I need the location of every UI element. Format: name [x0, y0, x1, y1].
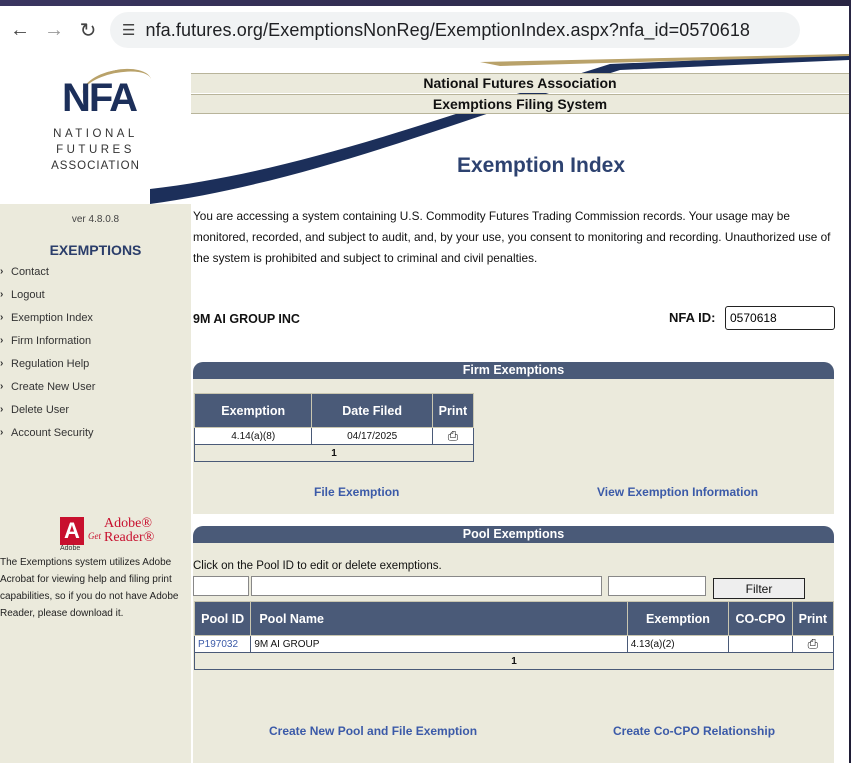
chevron-right-icon: ›	[0, 427, 4, 438]
printer-icon: ⎙	[807, 636, 819, 651]
sidebar-item-label: Regulation Help	[11, 357, 90, 370]
nfa-id-field[interactable]	[725, 306, 835, 330]
page-number[interactable]: 1	[194, 652, 834, 670]
legal-notice: You are accessing a system containing U.…	[193, 209, 831, 265]
sidebar-item-contact[interactable]: › Contact	[0, 260, 95, 283]
chevron-right-icon: ›	[0, 312, 4, 323]
pool-exemptions-table: Pool ID Pool Name Exemption CO-CPO Print…	[193, 601, 834, 670]
adobe-small-text: Adobe	[60, 545, 81, 552]
chevron-right-icon: ›	[0, 381, 4, 392]
sidebar-item-label: Contact	[11, 265, 49, 278]
sidebar-item-create-new-user[interactable]: › Create New User	[0, 375, 95, 398]
page-content: NFA NATIONAL FUTURES ASSOCIATION ver 4.8…	[0, 54, 849, 763]
pool-instruction: Click on the Pool ID to edit or delete e…	[193, 560, 442, 572]
url-field[interactable]: ☰ nfa.futures.org/ExemptionsNonReg/Exemp…	[110, 12, 800, 48]
create-new-pool-link[interactable]: Create New Pool and File Exemption	[269, 724, 477, 738]
col-pool-name[interactable]: Pool Name	[250, 601, 628, 636]
nfa-id-label: NFA ID:	[669, 310, 716, 325]
printer-icon: ⎙	[447, 428, 459, 443]
logo-line-3: ASSOCIATION	[51, 160, 140, 172]
pool-exemptions-panel: Pool Exemptions Click on the Pool ID to …	[193, 526, 834, 763]
sidebar-item-logout[interactable]: › Logout	[0, 283, 95, 306]
sidebar-item-label: Firm Information	[11, 334, 92, 347]
reload-icon[interactable]: ↻	[74, 16, 102, 44]
header-org: National Futures Association	[191, 73, 849, 93]
chevron-right-icon: ›	[0, 404, 4, 415]
chevron-right-icon: ›	[0, 266, 4, 277]
page-title: Exemption Index	[456, 154, 626, 177]
cell-co-cpo	[728, 635, 793, 653]
print-icon[interactable]: ⎙	[431, 427, 475, 445]
table-header-row: Pool ID Pool Name Exemption CO-CPO Print	[193, 601, 834, 636]
sidebar-item-label: Account Security	[11, 426, 94, 439]
col-print: Print	[791, 601, 834, 636]
file-exemption-link[interactable]: File Exemption	[314, 485, 399, 499]
col-exemption[interactable]: Exemption	[193, 393, 313, 428]
adobe-brand-text: Adobe® Reader®	[104, 517, 154, 545]
sidebar-item-label: Delete User	[11, 403, 70, 416]
sidebar-item-regulation-help[interactable]: › Regulation Help	[0, 352, 95, 375]
col-pool-id[interactable]: Pool ID	[193, 601, 252, 636]
adobe-product: Reader®	[104, 530, 155, 545]
header-system: Exemptions Filing System	[191, 94, 849, 114]
create-co-cpo-link[interactable]: Create Co-CPO Relationship	[613, 724, 775, 738]
adobe-get-text: Get	[88, 531, 101, 541]
chevron-right-icon: ›	[0, 358, 4, 369]
sidebar-item-label: Logout	[11, 288, 45, 301]
cell-exemption: 4.13(a)(2)	[626, 635, 730, 653]
browser-window: ← → ↻ ☰ nfa.futures.org/ExemptionsNonReg…	[0, 6, 849, 763]
chevron-right-icon: ›	[0, 335, 4, 346]
adobe-note: The Exemptions system utilizes Adobe Acr…	[0, 557, 179, 619]
pager-row: 1	[194, 444, 474, 462]
url-text[interactable]: nfa.futures.org/ExemptionsNonReg/Exempti…	[145, 20, 750, 41]
filter-pool-name-input[interactable]	[251, 576, 602, 596]
forward-icon[interactable]: →	[40, 16, 68, 44]
back-icon[interactable]: ←	[6, 16, 34, 44]
sidebar-item-label: Exemption Index	[11, 311, 93, 324]
firm-name: 9M AI GROUP INC	[193, 312, 300, 326]
filter-button[interactable]: Filter	[713, 578, 805, 599]
col-date-filed[interactable]: Date Filed	[311, 393, 433, 428]
table-header-row: Exemption Date Filed Print	[193, 393, 475, 428]
cell-pool-name: 9M AI GROUP	[250, 635, 628, 653]
firm-exemptions-title: Firm Exemptions	[193, 362, 834, 379]
firm-exemptions-panel: Firm Exemptions Exemption Date Filed Pri…	[193, 362, 834, 514]
adobe-reader-badge[interactable]: Get Adobe®Reader® Adobe	[60, 517, 156, 552]
col-exemption[interactable]: Exemption	[626, 601, 730, 636]
chevron-right-icon: ›	[0, 289, 4, 300]
pool-exemptions-title: Pool Exemptions	[193, 526, 834, 543]
sidebar-menu: › Contact › Logout › Exemption Index › Firm …	[0, 260, 95, 444]
logo-line-2: FUTURES	[56, 144, 135, 156]
page-number[interactable]: 1	[194, 444, 474, 462]
pool-id-link[interactable]: P197032	[193, 635, 252, 653]
sidebar-item-label: Create New User	[11, 380, 96, 393]
nfa-logo[interactable]: NFA NATIONAL FUTURES ASSOCIATION	[0, 54, 191, 204]
logo-line-1: NATIONAL	[53, 128, 138, 140]
sidebar-title: EXEMPTIONS	[49, 242, 142, 258]
sidebar-item-account-security[interactable]: › Account Security	[0, 421, 95, 444]
sidebar-item-firm-information[interactable]: › Firm Information	[0, 329, 95, 352]
main-content: National Futures Association Exemptions …	[191, 54, 849, 763]
address-bar: ← → ↻ ☰ nfa.futures.org/ExemptionsNonReg…	[0, 6, 849, 54]
filter-pool-id-input[interactable]	[193, 576, 249, 596]
print-icon[interactable]: ⎙	[791, 635, 834, 653]
site-settings-icon[interactable]: ☰	[122, 21, 135, 39]
adobe-brand: Adobe®	[104, 516, 152, 531]
filter-exemption-input[interactable]	[608, 576, 706, 596]
view-exemption-info-link[interactable]: View Exemption Information	[597, 485, 758, 499]
cell-date-filed: 04/17/2025	[311, 427, 433, 445]
version-label: ver 4.8.0.8	[71, 214, 120, 225]
firm-exemptions-table: Exemption Date Filed Print 4.14(a)(8) 04…	[193, 393, 475, 462]
pager-row: 1	[194, 652, 834, 670]
adobe-logo-icon	[60, 517, 84, 545]
logo-mark: NFA	[62, 76, 138, 120]
table-row: 4.14(a)(8) 04/17/2025 ⎙	[193, 427, 475, 445]
col-print: Print	[431, 393, 475, 428]
col-co-cpo[interactable]: CO-CPO	[728, 601, 793, 636]
sidebar: NFA NATIONAL FUTURES ASSOCIATION ver 4.8…	[0, 54, 191, 763]
table-row: P197032 9M AI GROUP 4.13(a)(2) ⎙	[193, 635, 834, 653]
sidebar-item-delete-user[interactable]: › Delete User	[0, 398, 95, 421]
cell-exemption: 4.14(a)(8)	[193, 427, 313, 445]
sidebar-item-exemption-index[interactable]: › Exemption Index	[0, 306, 95, 329]
